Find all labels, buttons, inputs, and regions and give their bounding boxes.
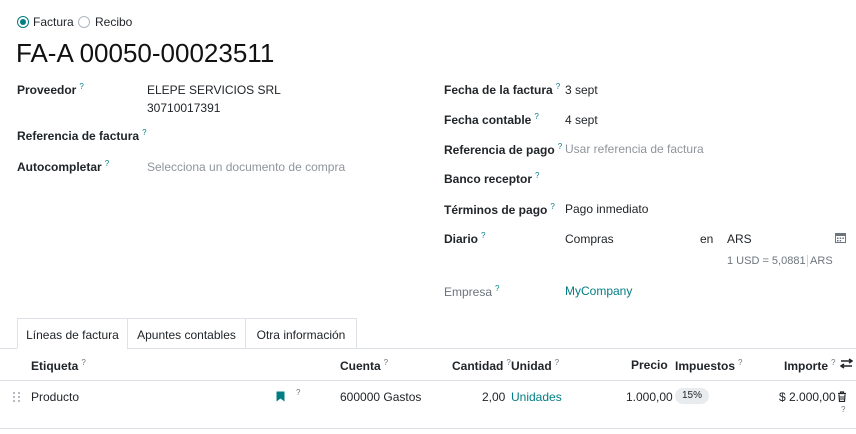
terms-field[interactable]: Pago inmediato xyxy=(565,202,648,216)
col-quantity[interactable]: Cantidad? xyxy=(452,358,511,373)
column-settings-icon[interactable] xyxy=(840,358,853,369)
autocomplete-label: Autocompletar? xyxy=(17,159,109,174)
journal-label: Diario? xyxy=(444,231,485,246)
row-price[interactable]: 1.000,00 xyxy=(626,390,673,404)
accounting-date-field[interactable]: 4 sept xyxy=(565,113,598,127)
terms-label-text: Términos de pago xyxy=(444,203,548,217)
help-icon[interactable]: ? xyxy=(481,231,485,240)
currency-field[interactable]: ARS xyxy=(727,232,752,246)
help-icon[interactable]: ? xyxy=(79,82,83,91)
row-divider xyxy=(0,428,856,429)
col-taxes[interactable]: Impuestos? xyxy=(675,358,742,373)
help-icon[interactable]: ? xyxy=(550,202,554,211)
page-title: FA-A 00050-00023511 xyxy=(16,38,275,68)
payment-ref-label: Referencia de pago? xyxy=(444,142,562,157)
col-amount-text: Importe xyxy=(784,359,829,373)
exchange-rate-text: 1 USD = 5,0881 ARS xyxy=(727,255,833,267)
company-label-text: Empresa xyxy=(444,285,493,299)
help-icon[interactable]: ? xyxy=(105,159,109,168)
accounting-date-label: Fecha contable? xyxy=(444,112,539,127)
company-link[interactable]: MyCompany xyxy=(565,284,632,298)
col-label-text: Etiqueta xyxy=(31,359,79,373)
supplier-name[interactable]: ELEPE SERVICIOS SRL xyxy=(147,83,281,97)
tab-other-info[interactable]: Otra información xyxy=(245,318,357,349)
help-icon[interactable]: ? xyxy=(558,142,562,151)
calendar-icon[interactable] xyxy=(835,232,846,243)
payment-ref-input[interactable]: Usar referencia de factura xyxy=(565,142,704,156)
autocomplete-label-text: Autocompletar xyxy=(17,160,102,174)
col-account[interactable]: Cuenta? xyxy=(340,358,388,373)
help-icon[interactable]: ? xyxy=(831,358,835,367)
help-icon[interactable]: ? xyxy=(142,128,146,137)
bank-label: Banco receptor? xyxy=(444,171,539,186)
invoice-ref-label-text: Referencia de factura xyxy=(17,129,140,143)
autocomplete-input[interactable]: Selecciona un documento de compra xyxy=(147,160,345,174)
journal-field[interactable]: Compras xyxy=(565,232,614,246)
row-unit[interactable]: Unidades xyxy=(511,390,562,404)
company-label: Empresa? xyxy=(444,284,499,299)
invoice-date-label: Fecha de la factura? xyxy=(444,82,560,97)
drag-handle-icon[interactable] xyxy=(12,391,21,403)
radio-recibo-icon[interactable] xyxy=(78,16,90,28)
bank-label-text: Banco receptor xyxy=(444,172,533,186)
trash-icon[interactable] xyxy=(837,391,847,402)
col-quantity-text: Cantidad xyxy=(452,359,504,373)
exchange-rate-currency: ARS xyxy=(810,255,833,267)
col-amount[interactable]: Importe? xyxy=(784,358,835,373)
radio-factura-label[interactable]: Factura xyxy=(33,15,74,29)
header-divider xyxy=(0,380,856,381)
bookmark-icon[interactable] xyxy=(276,391,285,402)
col-unit[interactable]: Unidad? xyxy=(511,358,559,373)
supplier-tax-id: 30710017391 xyxy=(147,101,221,115)
journal-label-text: Diario xyxy=(444,232,479,246)
help-icon[interactable]: ? xyxy=(535,171,539,180)
help-icon[interactable]: ? xyxy=(534,112,538,121)
help-icon[interactable]: ? xyxy=(738,358,742,367)
row-amount: $ 2.000,00 xyxy=(779,390,836,404)
accounting-date-label-text: Fecha contable xyxy=(444,113,532,127)
row-label[interactable]: Producto xyxy=(31,390,79,404)
radio-factura-icon[interactable] xyxy=(17,16,29,28)
exchange-rate-value[interactable]: 1 USD = 5,0881 xyxy=(727,255,808,267)
tab-journal-items[interactable]: Apuntes contables xyxy=(127,318,246,349)
row-account[interactable]: 600000 Gastos xyxy=(340,390,421,404)
help-icon[interactable]: ? xyxy=(495,284,499,293)
col-account-text: Cuenta xyxy=(340,359,381,373)
invoice-ref-label: Referencia de factura? xyxy=(17,128,147,143)
col-taxes-text: Impuestos xyxy=(675,359,736,373)
col-price-text: Precio xyxy=(631,358,668,372)
help-icon[interactable]: ? xyxy=(296,388,300,397)
payment-ref-label-text: Referencia de pago xyxy=(444,143,555,157)
col-price[interactable]: Precio xyxy=(631,358,668,372)
tab-invoice-lines[interactable]: Líneas de factura xyxy=(17,318,128,349)
col-unit-text: Unidad xyxy=(511,359,552,373)
currency-in-label: en xyxy=(700,232,714,246)
help-icon[interactable]: ? xyxy=(555,358,559,367)
help-icon[interactable]: ? xyxy=(384,358,388,367)
help-icon[interactable]: ? xyxy=(556,82,560,91)
supplier-label-text: Proveedor xyxy=(17,83,77,97)
tax-badge[interactable]: 15% xyxy=(675,388,709,404)
col-label[interactable]: Etiqueta? xyxy=(31,358,86,373)
invoice-date-label-text: Fecha de la factura xyxy=(444,83,553,97)
help-icon[interactable]: ? xyxy=(841,405,845,414)
supplier-label: Proveedor? xyxy=(17,82,84,97)
row-quantity[interactable]: 2,00 xyxy=(482,390,505,404)
radio-recibo-label[interactable]: Recibo xyxy=(95,15,132,29)
help-icon[interactable]: ? xyxy=(81,358,85,367)
invoice-date-field[interactable]: 3 sept xyxy=(565,83,598,97)
terms-label: Términos de pago? xyxy=(444,202,555,217)
